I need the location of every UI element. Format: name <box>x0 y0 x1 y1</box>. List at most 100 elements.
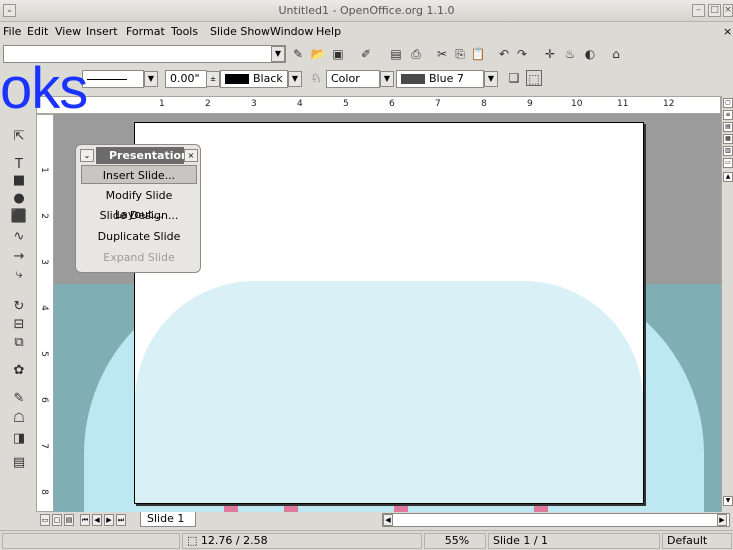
watermark-text: oks <box>0 56 88 121</box>
navigator-icon[interactable]: ✛ <box>542 46 558 62</box>
title-bar: ⌄ Untitled1 - OpenOffice.org 1.1.0 – □ × <box>0 0 733 22</box>
stylist-icon[interactable]: ♨ <box>562 46 578 62</box>
presentation-toolbar-menu-button[interactable]: ⌄ <box>80 149 94 162</box>
status-bar: ⬚ 12.76 / 2.58 55% Slide 1 / 1 Default <box>0 530 733 550</box>
selection-mode-icon[interactable]: ⬚ <box>526 70 542 86</box>
insert-object-icon[interactable]: ✿ <box>10 362 28 380</box>
first-slide-button[interactable]: ⏮ <box>80 514 90 526</box>
ruler-v-5: 5 <box>38 351 49 357</box>
master-view-button[interactable]: ▢ <box>52 514 62 526</box>
line-style-dropdown[interactable]: ▼ <box>144 71 158 87</box>
line-color-label: Black <box>253 72 283 85</box>
handout-view-icon[interactable]: ▦ <box>723 134 733 144</box>
horizontal-scrollbar[interactable]: ◀ ▶ <box>382 513 730 527</box>
close-window-button[interactable]: × <box>723 4 733 17</box>
curve-tool-icon[interactable]: ∿ <box>10 228 28 246</box>
notes-view-icon[interactable]: ▤ <box>723 122 733 132</box>
paste-icon[interactable]: 📋 <box>470 46 486 62</box>
line-width-field[interactable]: 0.00" <box>165 70 207 88</box>
redo-icon[interactable]: ↷ <box>514 46 530 62</box>
rectangle-tool-icon[interactable]: ■ <box>10 172 28 190</box>
horizontal-ruler: 1 2 3 4 5 6 7 8 9 10 11 12 <box>36 96 721 114</box>
slide-show-icon[interactable]: ▤ <box>10 454 28 472</box>
save-icon[interactable]: ▣ <box>330 46 346 62</box>
line-color-dropdown[interactable]: ▼ <box>288 71 302 87</box>
menu-window[interactable]: Window <box>270 25 313 38</box>
edit-file-icon[interactable]: ✎ <box>290 46 306 62</box>
presentation-toolbar-header: ⌄ Presentation × <box>78 147 198 164</box>
print-icon[interactable]: ⎙ <box>408 46 424 62</box>
menu-help[interactable]: Help <box>316 25 341 38</box>
maximize-button[interactable]: □ <box>708 4 721 17</box>
edit-mode-icon[interactable]: ✐ <box>358 46 374 62</box>
outline-view-icon[interactable]: ≡ <box>723 110 733 120</box>
modify-slide-layout-item[interactable]: Modify Slide Layout... <box>81 186 197 221</box>
tab-bar: ▭ ▢ ▤ ⏮ ◀ ▶ ⏭ Slide 1 ◀ ▶ <box>36 512 733 528</box>
ruler-v-1: 1 <box>38 167 49 173</box>
line-tool-icon[interactable]: → <box>10 248 28 266</box>
line-style-select[interactable] <box>82 70 144 88</box>
ruler-h-1: 1 <box>159 99 165 109</box>
slide-sorter-icon[interactable]: ▥ <box>723 146 733 156</box>
ruler-v-2: 2 <box>38 213 49 219</box>
ruler-v-6: 6 <box>38 397 49 403</box>
area-color-select[interactable]: Blue 7 <box>396 70 484 88</box>
menu-file[interactable]: File <box>3 25 21 38</box>
area-style-select[interactable]: Color <box>326 70 380 88</box>
scroll-right-icon[interactable]: ▶ <box>717 514 727 526</box>
last-slide-button[interactable]: ⏭ <box>116 514 126 526</box>
rotate-tool-icon[interactable]: ↻ <box>10 298 28 316</box>
copy-icon[interactable]: ⎘ <box>452 46 468 62</box>
slide-tab[interactable]: Slide 1 <box>140 512 196 527</box>
open-icon[interactable]: 📂 <box>310 46 326 62</box>
menu-slide-show[interactable]: Slide Show <box>210 25 270 38</box>
url-dropdown-button[interactable]: ▼ <box>271 46 285 62</box>
drawing-view-button[interactable]: ▭ <box>40 514 50 526</box>
effects-icon[interactable]: ✎ <box>10 390 28 408</box>
next-slide-button[interactable]: ▶ <box>104 514 114 526</box>
menu-view[interactable]: View <box>55 25 81 38</box>
menu-insert[interactable]: Insert <box>86 25 118 38</box>
gallery-icon[interactable]: ◐ <box>582 46 598 62</box>
menu-tools[interactable]: Tools <box>171 25 198 38</box>
area-color-label: Blue 7 <box>429 72 464 85</box>
data-sources-icon[interactable]: ⌂ <box>608 46 624 62</box>
connector-tool-icon[interactable]: ⤷ <box>10 266 28 284</box>
undo-icon[interactable]: ↶ <box>496 46 512 62</box>
menu-format[interactable]: Format <box>126 25 165 38</box>
export-pdf-icon[interactable]: ▤ <box>388 46 404 62</box>
view-mode-icon[interactable]: ▢ <box>723 98 733 108</box>
arrange-icon[interactable]: ⧉ <box>10 334 28 352</box>
slide-page[interactable] <box>134 122 644 504</box>
3d-effects-icon[interactable]: ☖ <box>10 410 28 428</box>
layer-view-button[interactable]: ▤ <box>64 514 74 526</box>
area-style-dropdown[interactable]: ▼ <box>380 71 394 87</box>
scroll-left-icon[interactable]: ◀ <box>383 514 393 526</box>
shadow-icon[interactable]: ❑ <box>506 70 522 86</box>
line-color-select[interactable]: Black <box>220 70 288 88</box>
scroll-up-icon[interactable]: ▲ <box>723 172 733 182</box>
zoom-level[interactable]: 55% <box>424 533 486 549</box>
duplicate-slide-item[interactable]: Duplicate Slide <box>81 227 197 246</box>
cut-icon[interactable]: ✂ <box>434 46 450 62</box>
select-arrow-icon[interactable]: ⇱ <box>10 128 28 146</box>
slide-design-item[interactable]: Slide Design... <box>81 206 197 225</box>
ruler-v-8: 8 <box>38 489 49 495</box>
expand-slide-item: Expand Slide <box>103 251 175 264</box>
area-color-dropdown[interactable]: ▼ <box>484 71 498 87</box>
scroll-down-icon[interactable]: ▼ <box>723 496 733 506</box>
presentation-toolbar-close-button[interactable]: × <box>184 149 198 162</box>
menu-edit[interactable]: Edit <box>27 25 48 38</box>
alignment-icon[interactable]: ⊟ <box>10 316 28 334</box>
minimize-button[interactable]: – <box>692 4 705 17</box>
3d-object-icon[interactable]: ⬛ <box>10 208 28 226</box>
prev-slide-button[interactable]: ◀ <box>92 514 102 526</box>
insert-slide-item[interactable]: Insert Slide... <box>81 165 197 184</box>
drawing-view-icon[interactable]: ▭ <box>723 158 733 168</box>
ellipse-tool-icon[interactable]: ● <box>10 190 28 208</box>
slide-background-shape <box>135 281 643 503</box>
vertical-scrollbar[interactable]: ▢ ≡ ▤ ▦ ▥ ▭ ▲ ▼ <box>721 96 733 512</box>
3d-convert-icon[interactable]: ◨ <box>10 430 28 448</box>
close-document-icon[interactable]: × <box>723 25 732 38</box>
line-width-spinner[interactable]: ± <box>206 71 220 87</box>
